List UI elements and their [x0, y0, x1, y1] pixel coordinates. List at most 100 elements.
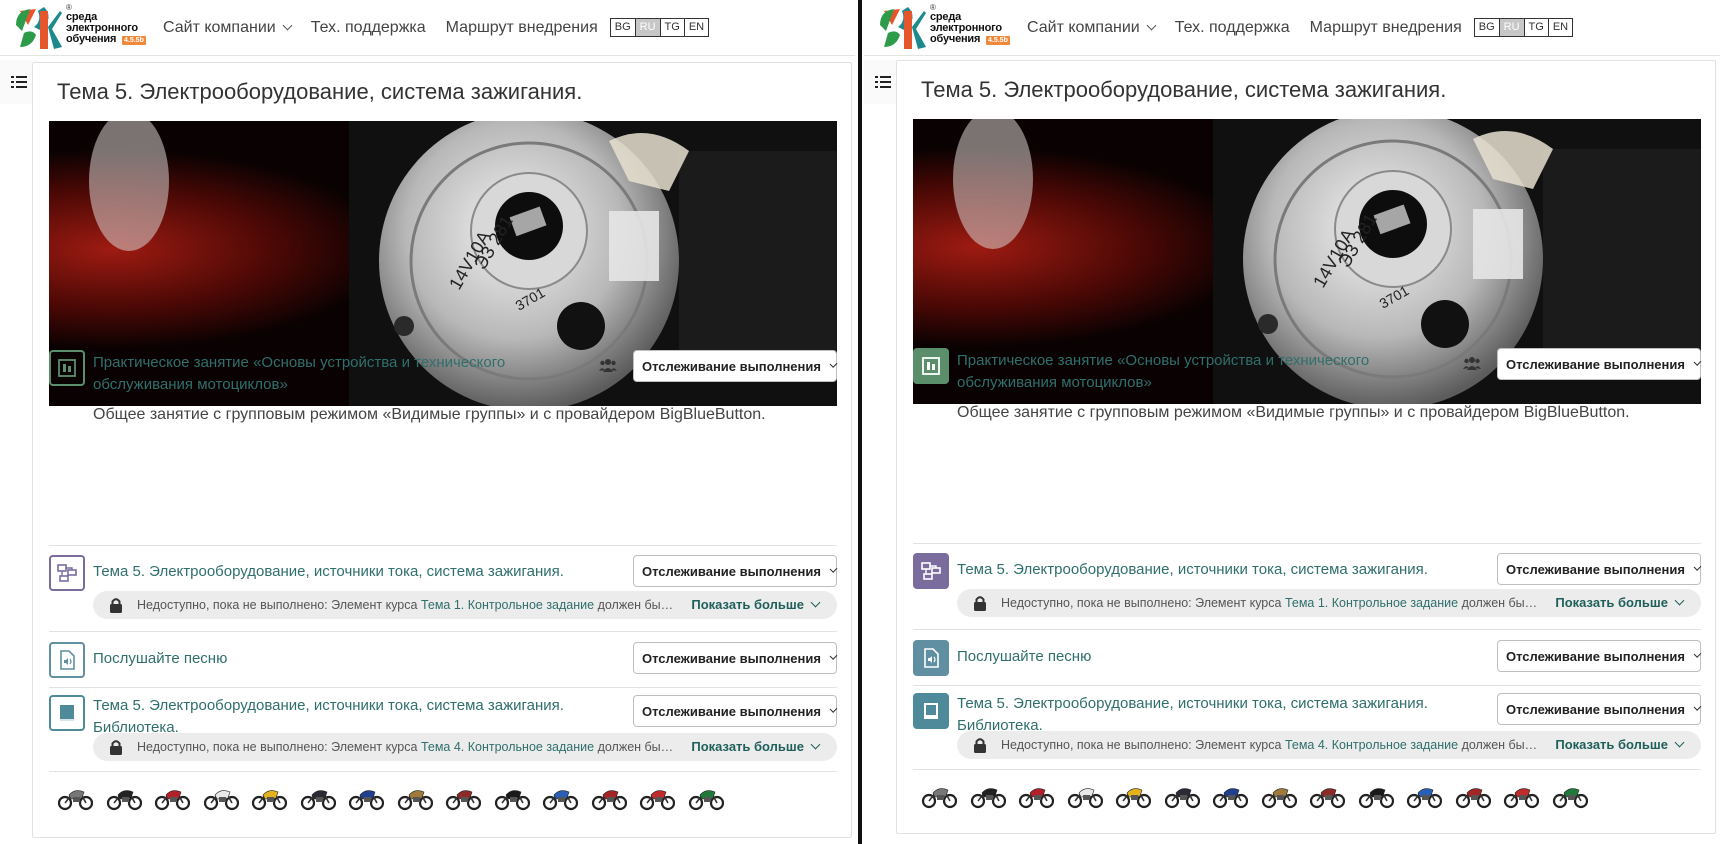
motorcycle-thumbnail-icon[interactable]: [688, 783, 724, 811]
chevron-down-icon: [1674, 595, 1685, 606]
course-section-card: Тема 5. Электрооборудование, система заж…: [896, 60, 1716, 834]
completion-tracking-dropdown[interactable]: Отслеживание выполнения: [633, 642, 838, 674]
motorcycle-thumbnail-icon[interactable]: [397, 783, 433, 811]
motorcycle-thumbnail-icon[interactable]: [494, 783, 530, 811]
activity-bbb-link-line-2: обслуживания мотоциклов»: [93, 376, 288, 393]
show-more-button[interactable]: Показать больше: [691, 597, 821, 612]
motorcycle-thumbnail-icon[interactable]: [1406, 781, 1442, 809]
activity-bbb-link[interactable]: Практическое занятие «Основы устройства …: [957, 350, 1369, 394]
nav-company-site[interactable]: Сайт компании: [163, 19, 293, 37]
lang-en[interactable]: EN: [683, 18, 710, 37]
motorcycle-thumbnail-icon[interactable]: [154, 783, 190, 811]
motorcycle-thumbnail-icon[interactable]: [348, 783, 384, 811]
motorcycle-thumbnail-icon[interactable]: [445, 783, 481, 811]
lang-tg[interactable]: TG: [659, 18, 685, 37]
motorcycle-thumbnail-icon[interactable]: [639, 783, 675, 811]
chevron-down-icon: [282, 20, 293, 31]
activity-lesson-link[interactable]: Тема 5. Электрооборудование, источники т…: [93, 561, 564, 583]
completion-tracking-dropdown[interactable]: Отслеживание выполнения: [1497, 553, 1702, 585]
completion-tracking-dropdown[interactable]: Отслеживание выполнения: [1497, 348, 1702, 380]
lang-bg[interactable]: BG: [1473, 18, 1500, 37]
motorcycle-thumbnail-icon[interactable]: [1503, 781, 1539, 809]
restriction-notice: Недоступно, пока не выполнено: Элемент к…: [93, 733, 837, 761]
lock-icon: [110, 740, 122, 755]
motorcycle-thumbnail-icon[interactable]: [203, 783, 239, 811]
motorcycle-thumbnail-icon[interactable]: [1018, 781, 1054, 809]
restriction-notice: Недоступно, пока не выполнено: Элемент к…: [957, 731, 1701, 759]
motorcycle-thumbnail-icon[interactable]: [251, 783, 287, 811]
nav-tech-support[interactable]: Тех. поддержка: [1175, 19, 1290, 37]
show-more-label: Показать больше: [1555, 595, 1668, 610]
motorcycle-thumbnail-icon[interactable]: [921, 781, 957, 809]
motorcycle-thumbnail-icon[interactable]: [1309, 781, 1345, 809]
motorcycle-thumbnail-icon[interactable]: [1261, 781, 1297, 809]
bigbluebutton-icon[interactable]: [913, 348, 949, 384]
activity-bbb-link-line-1: Практическое занятие «Основы устройства …: [93, 354, 506, 371]
activity-bbb-link[interactable]: Практическое занятие «Основы устройства …: [93, 352, 505, 396]
site-logo[interactable]: ® среда электронного обучения 4.5.5b: [14, 3, 150, 53]
completion-tracking-label: Отслеживание выполнения: [642, 650, 821, 666]
audio-file-icon[interactable]: [913, 640, 949, 676]
book-icon[interactable]: [913, 693, 949, 729]
restriction-prefix: Недоступно, пока не выполнено: Элемент к…: [1001, 596, 1285, 610]
show-more-button[interactable]: Показать больше: [1555, 595, 1685, 610]
motorcycle-thumbnail-icon[interactable]: [1358, 781, 1394, 809]
activity-audio-link[interactable]: Послушайте песню: [957, 646, 1091, 668]
chevron-down-icon: [829, 360, 838, 368]
completion-tracking-dropdown[interactable]: Отслеживание выполнения: [1497, 640, 1702, 672]
motorcycle-thumbnail-icon[interactable]: [591, 783, 627, 811]
book-icon[interactable]: [49, 695, 85, 731]
motorcycle-thumbnail-icon[interactable]: [1455, 781, 1491, 809]
language-switcher: BG RU TG EN: [1473, 18, 1574, 37]
lesson-icon[interactable]: [49, 555, 85, 591]
restriction-notice: Недоступно, пока не выполнено: Элемент к…: [93, 591, 837, 619]
motorcycle-thumbnail-icon[interactable]: [1212, 781, 1248, 809]
activity-audio-link[interactable]: Послушайте песню: [93, 648, 227, 670]
completion-tracking-dropdown[interactable]: Отслеживание выполнения: [633, 555, 838, 587]
motorcycle-thumbnail-icon[interactable]: [57, 783, 93, 811]
lang-ru[interactable]: RU: [1498, 18, 1525, 37]
completion-tracking-dropdown[interactable]: Отслеживание выполнения: [1497, 693, 1702, 725]
nav-implementation-route[interactable]: Маршрут внедрения: [1310, 19, 1462, 37]
motorcycle-thumbnail-icon[interactable]: [1552, 781, 1588, 809]
restriction-suffix: должен быть отмечен как выполненный: [1461, 596, 1541, 610]
activity-audio-file: Послушайте песню Отслеживание выполнения: [913, 640, 1702, 680]
bigbluebutton-icon[interactable]: [49, 350, 85, 386]
restriction-link[interactable]: Тема 4. Контрольное задание: [421, 740, 594, 754]
motorcycle-thumbnail-icon[interactable]: [1115, 781, 1151, 809]
nav-implementation-route[interactable]: Маршрут внедрения: [446, 19, 598, 37]
restriction-prefix: Недоступно, пока не выполнено: Элемент к…: [137, 598, 421, 612]
nav-tech-support[interactable]: Тех. поддержка: [311, 19, 426, 37]
motorcycle-thumbnail-icon[interactable]: [542, 783, 578, 811]
show-more-button[interactable]: Показать больше: [1555, 737, 1685, 752]
lang-tg[interactable]: TG: [1523, 18, 1549, 37]
activity-separator: [913, 685, 1701, 686]
lang-ru[interactable]: RU: [634, 18, 661, 37]
motorcycle-thumbnail-icon[interactable]: [1067, 781, 1103, 809]
site-logo[interactable]: ® среда электронного обучения 4.5.5b: [878, 3, 1014, 53]
activity-lesson-link[interactable]: Тема 5. Электрооборудование, источники т…: [957, 559, 1428, 581]
completion-tracking-dropdown[interactable]: Отслеживание выполнения: [633, 695, 838, 727]
motorcycle-thumbnail-icon[interactable]: [970, 781, 1006, 809]
restriction-link[interactable]: Тема 4. Контрольное задание: [1285, 738, 1458, 752]
motorcycle-thumbnail-icon[interactable]: [1164, 781, 1200, 809]
group-mode-icon[interactable]: [599, 358, 617, 372]
restriction-link[interactable]: Тема 1. Контрольное задание: [421, 598, 594, 612]
lesson-icon[interactable]: [913, 553, 949, 589]
lock-icon: [974, 596, 986, 611]
window-divider: [855, 0, 864, 844]
group-mode-icon[interactable]: [1463, 356, 1481, 370]
activity-separator: [49, 687, 837, 688]
main-nav: Сайт компании Тех. поддержка Маршрут вне…: [163, 18, 710, 37]
restriction-link[interactable]: Тема 1. Контрольное задание: [1285, 596, 1458, 610]
motorcycle-thumbnail-icon[interactable]: [300, 783, 336, 811]
completion-tracking-dropdown[interactable]: Отслеживание выполнения: [633, 350, 838, 382]
lang-en[interactable]: EN: [1547, 18, 1574, 37]
restriction-suffix: должен быть отмечен как выполненный: [597, 598, 677, 612]
lang-bg[interactable]: BG: [609, 18, 636, 37]
show-more-button[interactable]: Показать больше: [691, 739, 821, 754]
motorcycle-thumbnail-icon[interactable]: [106, 783, 142, 811]
audio-file-icon[interactable]: [49, 642, 85, 678]
nav-company-site[interactable]: Сайт компании: [1027, 19, 1157, 37]
completion-tracking-label: Отслеживание выполнения: [1506, 648, 1685, 664]
